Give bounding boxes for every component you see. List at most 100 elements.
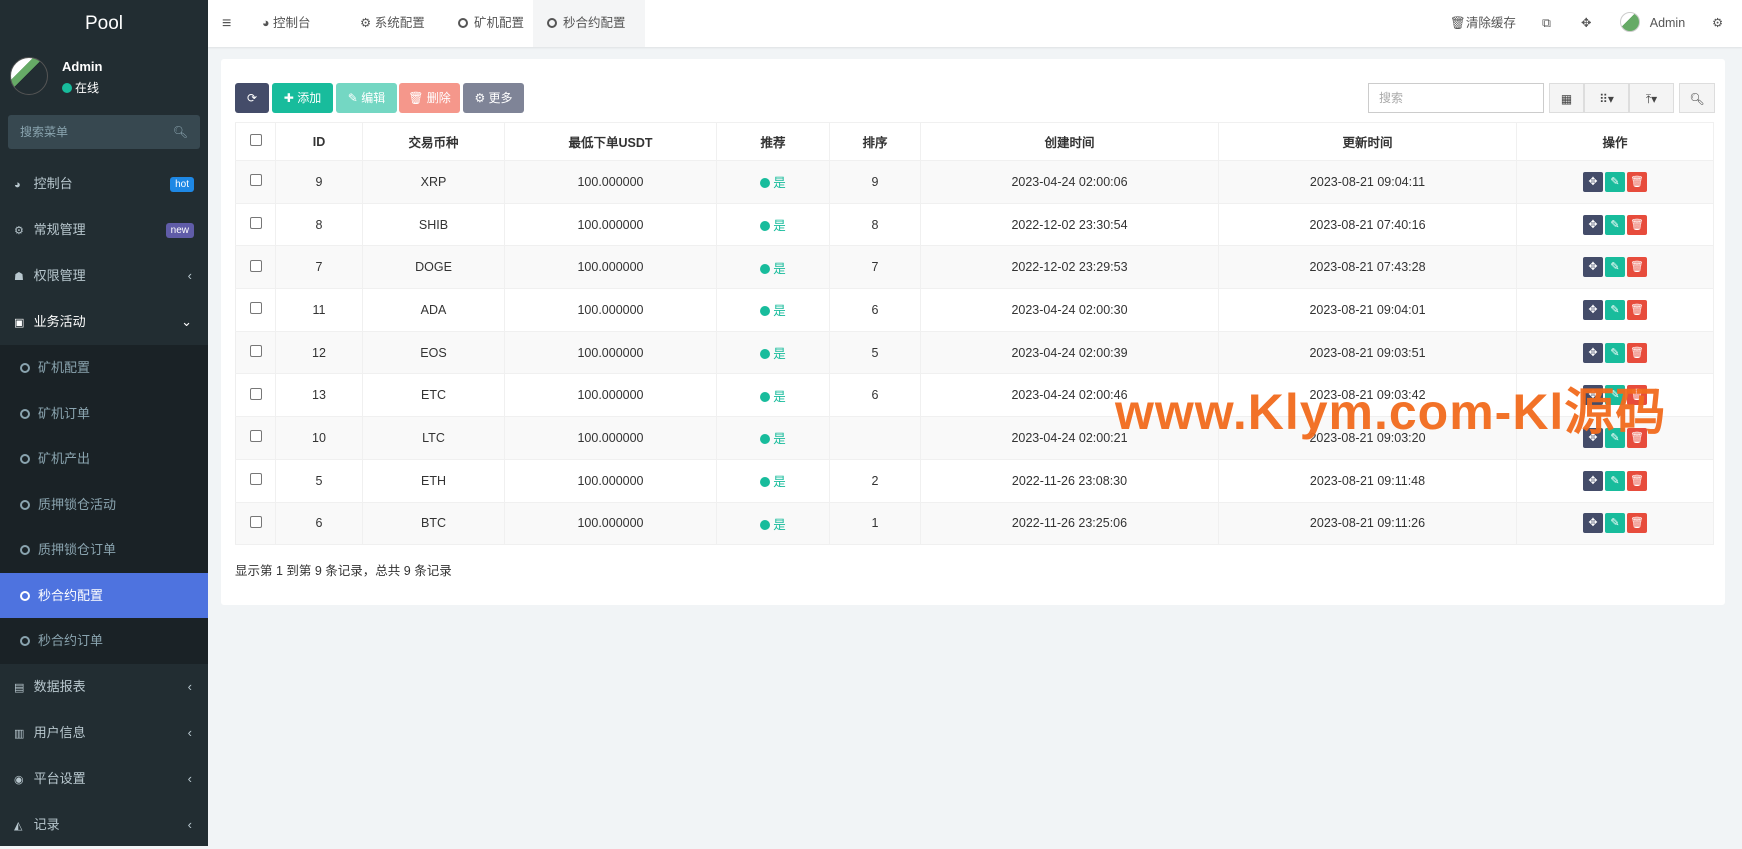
delete-row-button[interactable]: 🗑︎ [1627,214,1647,235]
cell-id: 5 [275,458,363,503]
table-row[interactable]: 5 ETH 100.000000 是 2 2022-11-26 23:08:30 2023-… [235,458,1714,503]
sidebar-item-general[interactable]: ⚙ 常规管理 new [0,207,208,253]
delete-row-button[interactable]: 🗑︎ [1627,299,1647,320]
row-checkbox[interactable] [235,245,276,290]
sidebar-item-dashboard[interactable]: ◕ 控制台 hot [0,161,208,207]
toggle-view-button[interactable]: ▦ [1549,83,1584,113]
export-button[interactable]: ⤒▾ [1629,83,1674,113]
cell-recommend[interactable]: 是 [716,202,830,247]
tab-miner-config[interactable]: 矿机配置 [444,0,538,47]
row-checkbox[interactable] [235,501,276,546]
col-coin[interactable]: 交易币种 [362,122,505,161]
sidebar-sub-miner-output[interactable]: 矿机产出 [0,436,208,482]
edit-row-button[interactable]: ✎ [1605,470,1625,491]
drag-sort-button[interactable]: ✥ [1583,385,1603,406]
menu-search-input[interactable]: 搜索菜单 🔍︎ [8,115,200,149]
table-row[interactable]: 13 ETC 100.000000 是 6 2023-04-24 02:00:46 2023… [235,373,1714,418]
columns-button[interactable]: ⠿▾ [1584,83,1629,113]
menu-toggle-icon[interactable]: ≡ [208,0,245,47]
add-button[interactable]: ✚ 添加 [272,83,333,113]
sidebar-sub-miner-orders[interactable]: 矿机订单 [0,391,208,437]
cell-recommend[interactable]: 是 [716,458,830,503]
row-checkbox[interactable] [235,373,276,418]
table-row[interactable]: 12 EOS 100.000000 是 5 2023-04-24 02:00:39 2023… [235,330,1714,375]
cell-recommend[interactable]: 是 [716,160,830,204]
row-checkbox[interactable] [235,330,276,375]
tab-second-contract-config[interactable]: 秒合约配置 [533,0,645,47]
table-row[interactable]: 8 SHIB 100.000000 是 8 2022-12-02 23:30:54 2023… [235,202,1714,247]
edit-row-button[interactable]: ✎ [1605,299,1625,320]
drag-sort-button[interactable]: ✥ [1583,513,1603,534]
delete-row-button[interactable]: 🗑︎ [1627,171,1647,192]
more-button[interactable]: ⚙ 更多 [463,83,524,113]
edit-row-button[interactable]: ✎ [1605,214,1625,235]
refresh-button[interactable]: ⟳ [235,83,269,113]
edit-row-button[interactable]: ✎ [1605,385,1625,406]
tab-system-config[interactable]: ⚙ 系统配置 [346,0,439,47]
cell-recommend[interactable]: 是 [716,288,830,332]
table-row[interactable]: 11 ADA 100.000000 是 6 2023-04-24 02:00:30 2023… [235,288,1714,332]
select-all-checkbox[interactable] [235,122,276,161]
col-min-usdt[interactable]: 最低下单USDT [504,122,717,161]
drag-sort-button[interactable]: ✥ [1583,470,1603,491]
col-id[interactable]: ID [275,122,363,161]
sidebar-sub-staking[interactable]: 质押锁仓活动 [0,482,208,528]
row-checkbox[interactable] [235,458,276,503]
table-row[interactable]: 9 XRP 100.000000 是 9 2023-04-24 02:00:06 2023-… [235,160,1714,204]
clear-cache-button[interactable]: 🗑︎清除缓存 [1450,0,1516,47]
delete-row-button[interactable]: 🗑︎ [1627,385,1647,406]
sidebar-item-reports[interactable]: ▤ 数据报表 ‹ [0,664,208,710]
sidebar-item-auth[interactable]: ☗ 权限管理 ‹ [0,253,208,299]
cell-recommend[interactable]: 是 [716,245,830,290]
delete-row-button[interactable]: 🗑︎ [1627,513,1647,534]
sidebar-sub-second-contract-orders[interactable]: 秒合约订单 [0,618,208,664]
row-checkbox[interactable] [235,160,276,204]
edit-row-button[interactable]: ✎ [1605,342,1625,363]
table-row[interactable]: 7 DOGE 100.000000 是 7 2022-12-02 23:29:53 2023… [235,245,1714,290]
table-row[interactable]: 6 BTC 100.000000 是 1 2022-11-26 23:25:06 2023-… [235,501,1714,546]
delete-button[interactable]: 🗑︎ 删除 [399,83,460,113]
edit-button[interactable]: ✎ 编辑 [336,83,397,113]
advanced-search-button[interactable]: 🔍︎ [1679,83,1715,113]
fullscreen-icon[interactable]: ✥ [1581,0,1591,47]
edit-row-button[interactable]: ✎ [1605,257,1625,278]
sidebar-item-business[interactable]: ▣ 业务活动 ⌄ [0,299,208,345]
table-search-input[interactable]: 搜索 [1368,83,1544,113]
delete-row-button[interactable]: 🗑︎ [1627,342,1647,363]
user-menu[interactable]: Admin [1620,0,1685,47]
edit-row-button[interactable]: ✎ [1605,513,1625,534]
col-created[interactable]: 创建时间 [920,122,1219,161]
sidebar-item-records[interactable]: ◭ 记录 ‹ [0,802,208,848]
tab-dashboard[interactable]: ◕ 控制台 [248,0,325,47]
delete-row-button[interactable]: 🗑︎ [1627,257,1647,278]
cell-recommend[interactable]: 是 [716,416,830,460]
sidebar-sub-second-contract-config[interactable]: 秒合约配置 [0,572,208,618]
row-checkbox[interactable] [235,416,276,460]
drag-sort-button[interactable]: ✥ [1583,257,1603,278]
translate-icon[interactable]: ⧉ [1542,0,1551,47]
drag-sort-button[interactable]: ✥ [1583,214,1603,235]
logo[interactable]: Pool [0,0,208,47]
row-checkbox[interactable] [235,288,276,332]
delete-row-button[interactable]: 🗑︎ [1627,427,1647,448]
settings-gears-icon[interactable]: ⚙ [1712,0,1723,47]
drag-sort-button[interactable]: ✥ [1583,342,1603,363]
drag-sort-button[interactable]: ✥ [1583,427,1603,448]
cell-recommend[interactable]: 是 [716,330,830,375]
cell-recommend[interactable]: 是 [716,373,830,418]
col-updated[interactable]: 更新时间 [1218,122,1517,161]
edit-row-button[interactable]: ✎ [1605,171,1625,192]
col-recommend[interactable]: 推荐 [716,122,830,161]
row-checkbox[interactable] [235,202,276,247]
sidebar-item-users[interactable]: ▥ 用户信息 ‹ [0,710,208,756]
sidebar-sub-miner-config[interactable]: 矿机配置 [0,345,208,391]
cell-recommend[interactable]: 是 [716,501,830,546]
sidebar-sub-staking-orders[interactable]: 质押锁仓订单 [0,527,208,573]
drag-sort-button[interactable]: ✥ [1583,299,1603,320]
drag-sort-button[interactable]: ✥ [1583,171,1603,192]
edit-row-button[interactable]: ✎ [1605,427,1625,448]
table-row[interactable]: 10 LTC 100.000000 是 2023-04-24 02:00:21 2023-… [235,416,1714,460]
col-sort[interactable]: 排序 [829,122,921,161]
sidebar-item-platform[interactable]: ◉ 平台设置 ‹ [0,756,208,802]
delete-row-button[interactable]: 🗑︎ [1627,470,1647,491]
